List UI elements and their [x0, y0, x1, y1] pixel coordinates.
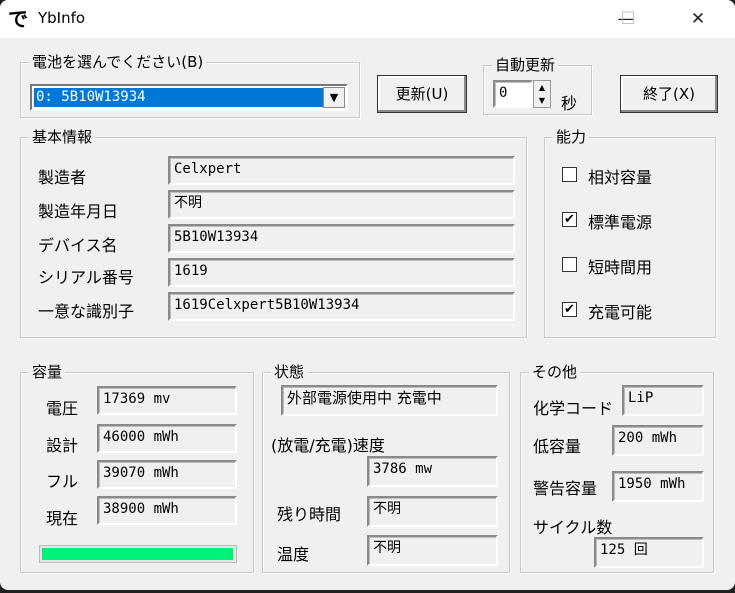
design-capacity-label: 設計 — [46, 436, 79, 455]
basic-info-label: 基本情報 — [29, 127, 96, 147]
current-capacity-label: 現在 — [46, 509, 79, 528]
relative-capacity-checkbox[interactable] — [562, 167, 577, 182]
warning-capacity-field: 1950 mWh — [612, 471, 704, 502]
chemistry-field: LiP — [622, 385, 704, 416]
rechargeable-checkbox[interactable]: ✔ — [562, 302, 577, 317]
temperature-label: 温度 — [277, 545, 310, 564]
full-capacity-field: 39070 mWh — [97, 460, 237, 489]
manufacture-date-label: 製造年月日 — [38, 202, 119, 221]
relative-capacity-label: 相対容量 — [588, 168, 653, 187]
capability-label: 能力 — [553, 127, 590, 147]
current-capacity-field: 38900 mWh — [97, 496, 237, 525]
battery-select-label: 電池を選んでください(B) — [29, 52, 207, 72]
status-label: 状態 — [271, 362, 308, 382]
manufacturer-field: Celxpert — [168, 156, 515, 185]
remaining-time-label: 残り時間 — [277, 505, 342, 524]
spin-updown[interactable]: ▲ ▼ — [533, 80, 551, 108]
capacity-progress-bar — [39, 545, 237, 563]
battery-select-value: 0: 5B10W13934 — [33, 87, 325, 108]
unique-id-field: 1619Celxpert5B10W13934 — [168, 292, 515, 321]
design-capacity-field: 46000 mWh — [97, 424, 237, 453]
serial-label: シリアル番号 — [38, 268, 134, 287]
auto-refresh-input[interactable]: 0 — [493, 80, 533, 108]
short-term-label: 短時間用 — [588, 258, 653, 277]
manufacturer-label: 製造者 — [38, 168, 87, 187]
cycle-count-label: サイクル数 — [533, 518, 613, 537]
chemistry-label: 化学コード — [533, 399, 614, 418]
voltage-field: 17369 mv — [97, 386, 237, 415]
app-window: で YbInfo — ☐ ✕ 電池を選んでください(B) 0: 5B10W139… — [0, 0, 735, 590]
battery-select-combo[interactable]: 0: 5B10W13934 ▼ — [30, 84, 348, 111]
refresh-button[interactable]: 更新(U) — [377, 75, 467, 113]
low-capacity-label: 低容量 — [533, 437, 582, 456]
app-logo-icon: で — [8, 7, 28, 31]
rate-field: 3786 mw — [367, 456, 498, 487]
temperature-field: 不明 — [367, 535, 498, 566]
rate-label: (放電/充電)速度 — [271, 436, 385, 455]
unique-id-label: 一意な識別子 — [38, 302, 135, 321]
window-title: YbInfo — [38, 9, 86, 27]
seconds-unit: 秒 — [561, 94, 578, 113]
auto-refresh-label: 自動更新 — [492, 55, 559, 75]
standard-power-label: 標準電源 — [588, 213, 653, 232]
rechargeable-label: 充電可能 — [588, 303, 653, 322]
capacity-progress-fill — [42, 548, 234, 560]
standard-power-checkbox[interactable]: ✔ — [562, 212, 577, 227]
warning-capacity-label: 警告容量 — [533, 479, 598, 498]
serial-field: 1619 — [168, 258, 515, 287]
maximize-button[interactable]: ☐ — [606, 4, 650, 34]
close-button[interactable]: ✕ — [676, 4, 720, 34]
other-label: その他 — [529, 362, 581, 382]
cycle-count-field: 125 回 — [594, 537, 704, 568]
capacity-label: 容量 — [29, 362, 66, 382]
device-name-label: デバイス名 — [38, 236, 118, 255]
manufacture-date-field: 不明 — [168, 190, 515, 219]
exit-button[interactable]: 終了(X) — [620, 75, 718, 113]
remaining-time-field: 不明 — [367, 496, 498, 527]
title-bar: で YbInfo — ☐ ✕ — [0, 0, 735, 38]
low-capacity-field: 200 mWh — [612, 425, 704, 456]
short-term-checkbox[interactable] — [562, 257, 577, 272]
voltage-label: 電圧 — [46, 399, 79, 418]
spin-down-icon[interactable]: ▼ — [534, 94, 550, 107]
power-state-field: 外部電源使用中 充電中 — [281, 385, 498, 416]
chevron-down-icon[interactable]: ▼ — [323, 87, 345, 108]
spin-up-icon[interactable]: ▲ — [534, 81, 550, 94]
full-capacity-label: フル — [46, 472, 79, 491]
device-name-field: 5B10W13934 — [168, 224, 515, 253]
